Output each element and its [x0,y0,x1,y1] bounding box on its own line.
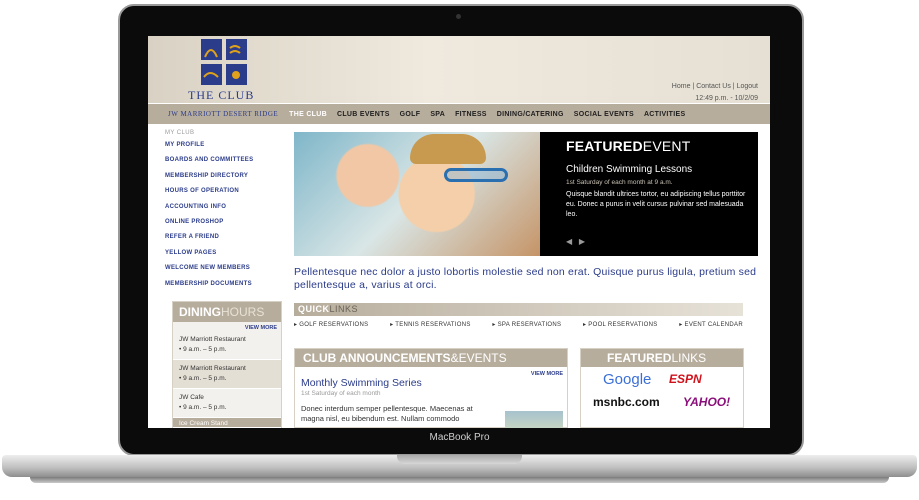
nav-club-events[interactable]: CLUB EVENTS [332,111,395,118]
prev-arrow-icon[interactable]: ◀ [566,237,572,246]
dining-hours-heading: DININGHOURS [173,302,281,322]
featured-links-logos: Google ESPN msnbc.com YAHOO! [581,367,743,428]
dining-heading-a: DINING [179,305,221,319]
quick-heading-b: LINKS [329,304,359,314]
quick-link-pool[interactable]: ▸ POOL RESERVATIONS [583,321,658,328]
laptop-frame: MacBook Pro THE CLUB Home | Contact Us |… [0,0,919,500]
dining-entry: JW Marriott Restaurant • 9 a.m. – 5 p.m. [173,331,281,360]
quick-link-tennis[interactable]: ▸ TENNIS RESERVATIONS [390,321,471,328]
quick-link-golf[interactable]: ▸ GOLF RESERVATIONS [294,321,368,328]
device-label: MacBook Pro [429,432,490,443]
timestamp: 12:49 p.m. - 10/2/09 [695,95,758,102]
dining-view-more[interactable]: VIEW MORE [173,322,281,331]
quick-links-heading: QUICKLINKS [294,303,743,316]
dining-heading-b: HOURS [221,305,265,319]
quick-links: QUICKLINKS ▸ GOLF RESERVATIONS ▸ TENNIS … [294,303,743,328]
google-link[interactable]: Google [603,371,651,388]
sidebar-title: MY CLUB [165,130,195,136]
club-logo-text: THE CLUB [188,88,255,102]
fl-heading-a: FEATURED [607,351,672,365]
dining-entry-hours: • 9 a.m. – 5 p.m. [179,404,227,411]
photo-hair [410,134,486,164]
sidebar-item-documents[interactable]: MEMBERSHIP DOCUMENTS [165,281,285,296]
dining-entry: Ice Cream Stand [173,418,281,428]
quick-links-list: ▸ GOLF RESERVATIONS ▸ TENNIS RESERVATION… [294,321,743,328]
featured-heading-b: EVENT [642,138,691,154]
announcements-view-more[interactable]: VIEW MORE [531,371,563,377]
sidebar-item-boards[interactable]: BOARDS AND COMMITTEES [165,157,285,172]
laptop-foot [30,477,889,483]
espn-link[interactable]: ESPN [669,372,702,386]
club-logo-icon [201,39,247,85]
carousel-arrows: ◀ ▶ [566,237,585,246]
sidebar-item-hours[interactable]: HOURS OF OPERATION [165,188,285,203]
msnbc-link[interactable]: msnbc.com [593,395,660,409]
quick-link-spa[interactable]: ▸ SPA RESERVATIONS [492,321,561,328]
top-links: Home | Contact Us | Logout 12:49 p.m. - … [672,81,758,105]
dining-entry-name: JW Marriott Restaurant [179,365,246,372]
link-separator: | [732,83,735,90]
fl-heading-b: LINKS [671,351,707,365]
featured-event-heading: FEATUREDEVENT [566,138,750,154]
announcement-date: 1st Saturday of each month [301,390,381,397]
sidebar-item-accounting[interactable]: ACCOUNTING INFO [165,204,285,219]
sidebar-item-my-profile[interactable]: MY PROFILE [165,142,285,157]
featured-photo [294,132,540,256]
featured-event-title[interactable]: Children Swimming Lessons [566,164,750,175]
goggles-icon [444,168,508,182]
ann-heading-b: &EVENTS [450,351,507,365]
sidebar-item-directory[interactable]: MEMBERSHIP DIRECTORY [165,173,285,188]
nav-spa[interactable]: SPA [425,111,450,118]
quick-link-calendar[interactable]: ▸ EVENT CALENDAR [679,321,743,328]
dining-entry: JW Marriott Restaurant • 9 a.m. – 5 p.m. [173,360,281,389]
nav-fitness[interactable]: FITNESS [450,111,492,118]
next-arrow-icon[interactable]: ▶ [579,237,585,246]
site-header: THE CLUB Home | Contact Us | Logout 12:4… [148,36,770,103]
featured-event-text: Quisque blandit ultrices tortor, eu adip… [566,191,746,218]
sidebar-item-welcome[interactable]: WELCOME NEW MEMBERS [165,265,285,280]
announcements-heading: CLUB ANNOUNCEMENTS&EVENTS [295,349,567,367]
sidebar: MY CLUB MY PROFILE BOARDS AND COMMITTEES… [165,130,285,296]
nav-the-club[interactable]: THE CLUB [284,111,332,118]
sidebar-item-yellow-pages[interactable]: YELLOW PAGES [165,250,285,265]
dining-hours-panel: DININGHOURS VIEW MORE JW Marriott Restau… [172,301,282,428]
yahoo-link[interactable]: YAHOO! [683,395,730,409]
dining-entry-name: Ice Cream Stand [179,420,228,427]
nav-golf[interactable]: GOLF [395,111,426,118]
nav-activities[interactable]: ACTIVITIES [639,111,691,118]
nav-dining-catering[interactable]: DINING/CATERING [492,111,569,118]
featured-links-heading: FEATUREDLINKS [581,349,743,367]
announcements-panel: CLUB ANNOUNCEMENTS&EVENTS VIEW MORE Mont… [294,348,568,428]
laptop-notch [397,455,522,464]
featured-event-box: FEATUREDEVENT Children Swimming Lessons … [540,132,758,256]
announcement-title[interactable]: Monthly Swimming Series [295,367,567,389]
intro-text: Pellentesque nec dolor a justo lobortis … [294,266,757,291]
contact-link[interactable]: Contact Us [696,83,731,90]
sidebar-item-refer[interactable]: REFER A FRIEND [165,234,285,249]
home-link[interactable]: Home [672,83,691,90]
dining-entry-hours: • 9 a.m. – 5 p.m. [179,346,227,353]
featured-event-date: 1st Saturday of each month at 9 a.m. [566,179,673,186]
dining-entry-hours: • 9 a.m. – 5 p.m. [179,375,227,382]
nav-social-events[interactable]: SOCIAL EVENTS [569,111,639,118]
link-separator: | [692,83,695,90]
dining-entry-name: JW Cafe [179,394,204,401]
featured-links-panel: FEATUREDLINKS Google ESPN msnbc.com YAHO… [580,348,744,428]
dining-entry-name: JW Marriott Restaurant [179,336,246,343]
announcement-thumbnail [505,411,563,428]
camera-icon [456,14,461,19]
sidebar-item-proshop[interactable]: ONLINE PROSHOP [165,219,285,234]
featured-event: FEATUREDEVENT Children Swimming Lessons … [294,132,758,256]
dining-entry: JW Cafe • 9 a.m. – 5 p.m. [173,389,281,418]
logout-link[interactable]: Logout [737,83,758,90]
featured-heading-a: FEATURED [566,138,643,154]
main-nav: JW MARRIOTT DESERT RIDGE THE CLUB CLUB E… [148,104,770,124]
ann-heading-a: CLUB ANNOUNCEMENTS [303,351,451,365]
club-name: JW MARRIOTT DESERT RIDGE [168,110,279,118]
quick-heading-a: QUICK [298,304,330,314]
website-screen: THE CLUB Home | Contact Us | Logout 12:4… [148,36,770,428]
